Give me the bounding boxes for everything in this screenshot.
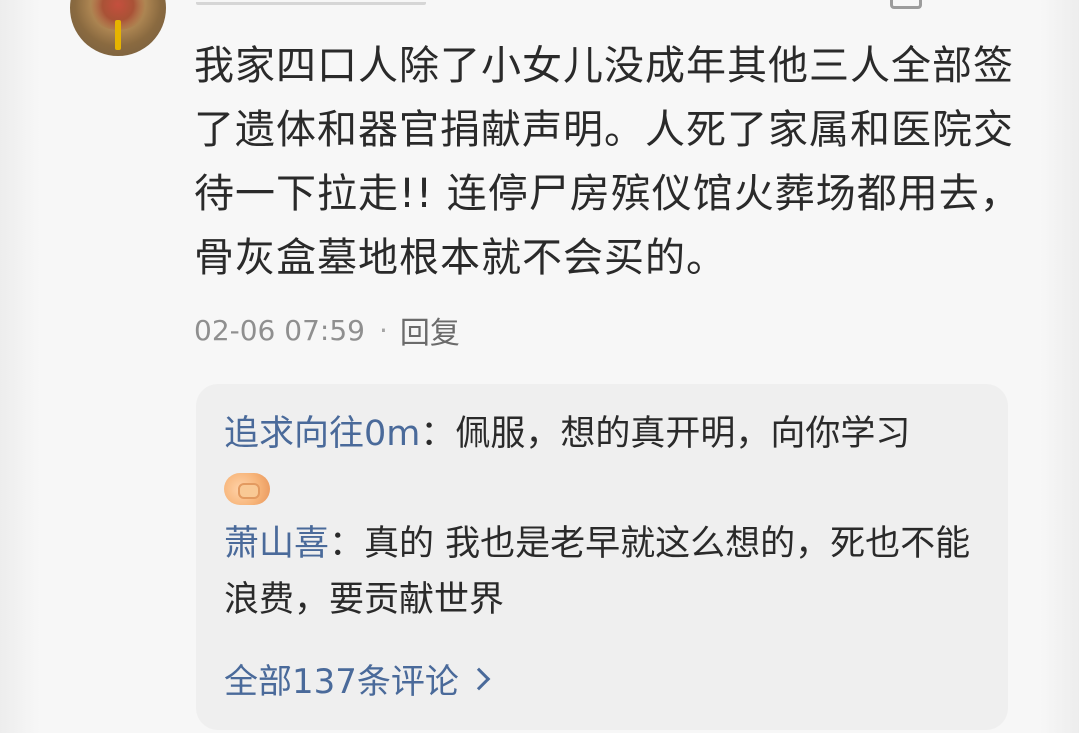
username-cropped xyxy=(196,0,426,5)
comment-meta: 02-06 07:59 · 回复 xyxy=(194,308,460,352)
like-icon[interactable] xyxy=(890,0,922,9)
comment-timestamp: 02-06 07:59 xyxy=(194,313,365,347)
reply-author[interactable]: 追求向往0m xyxy=(224,414,420,454)
chevron-right-icon xyxy=(467,667,491,690)
avatar[interactable] xyxy=(70,0,166,56)
like-action[interactable] xyxy=(890,0,922,9)
reply-colon: ： xyxy=(329,524,365,564)
comment-text: 我家四口人除了小女儿没成年其他三人全部签了遗体和器官捐献声明。人死了家属和医院交… xyxy=(194,43,1021,281)
replies-panel: 追求向往0m：佩服，想的真开明，向你学习 萧山喜：真的 我也是老早就这么想的，死… xyxy=(196,384,1008,730)
reply-colon: ： xyxy=(420,414,456,454)
avatar-image-detail xyxy=(115,20,121,50)
comment-card: 我家四口人除了小女儿没成年其他三人全部签了遗体和器官捐献声明。人死了家属和医院交… xyxy=(0,0,1079,733)
reply-item: 追求向往0m：佩服，想的真开明，向你学习 xyxy=(224,406,984,518)
handshake-icon xyxy=(224,473,270,505)
all-comments-link[interactable]: 全部137条评论 xyxy=(224,654,491,703)
meta-separator: · xyxy=(378,313,388,347)
reply-item: 萧山喜：真的 我也是老早就这么想的，死也不能浪费，要贡献世界 xyxy=(224,516,984,628)
all-comments-label: 全部137条评论 xyxy=(224,662,459,702)
reply-author[interactable]: 萧山喜 xyxy=(224,524,329,564)
reply-button[interactable]: 回复 xyxy=(400,308,460,352)
reply-text: 佩服，想的真开明，向你学习 xyxy=(455,414,911,454)
